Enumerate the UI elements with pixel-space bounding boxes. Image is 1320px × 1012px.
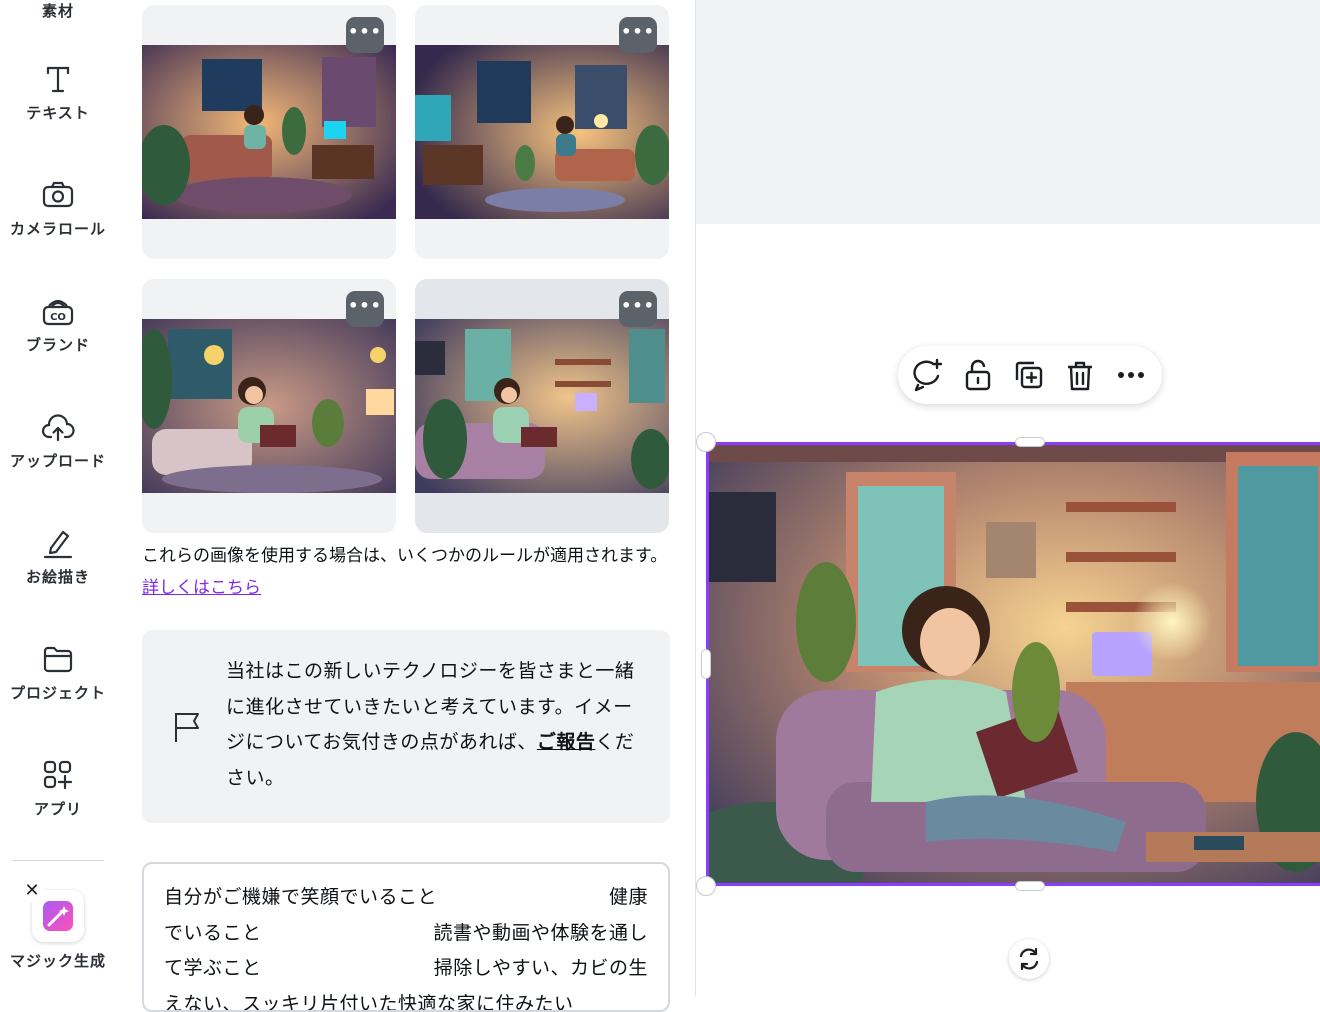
sidebar-item-text[interactable]: テキスト (0, 62, 116, 123)
lock-icon[interactable] (961, 358, 995, 392)
resize-handle-left[interactable] (701, 649, 711, 679)
folder-icon (41, 642, 75, 676)
sidebar-item-label: カメラロール (0, 218, 116, 239)
brand-icon: CO (41, 294, 75, 328)
sidebar-item-elements[interactable]: 素材 (0, 0, 116, 21)
sidebar-item-label: アップロード (0, 450, 116, 471)
sidebar-item-apps[interactable]: アプリ (0, 758, 116, 819)
resize-handle-top[interactable] (1015, 437, 1045, 447)
resize-handle-bottom-left[interactable] (696, 876, 716, 896)
sidebar-item-magic-label[interactable]: マジック生成 (0, 950, 116, 971)
sidebar-item-draw[interactable]: お絵描き (0, 526, 116, 587)
prompt-line: でいること (164, 916, 262, 952)
sidebar-item-projects[interactable]: プロジェクト (0, 642, 116, 703)
more-options-button[interactable]: ••• (619, 291, 657, 327)
usage-rules-text: これらの画像を使用する場合は、いくつかのルールが適用されます。 (142, 546, 667, 566)
prompt-textarea[interactable]: 自分がご機嫌で笑顔でいること 健康 でいること 読書や動画や体験を通し て学ぶこと 掃… (142, 862, 670, 1012)
prompt-line: 自分がご機嫌で笑顔でいること (164, 880, 437, 916)
draw-pen-icon (41, 526, 75, 560)
resize-handle-top-left[interactable] (696, 432, 716, 452)
svg-text:CO: CO (50, 312, 66, 323)
flag-icon (172, 710, 202, 744)
sidebar-item-label: テキスト (0, 102, 116, 123)
add-comment-icon[interactable] (910, 358, 944, 392)
prompt-text: 自分がご機嫌で笑顔でいること 健康 でいること 読書や動画や体験を通し て学ぶこと 掃… (164, 880, 648, 1012)
duplicate-icon[interactable] (1012, 358, 1046, 392)
prompt-line: 健康 (609, 880, 648, 916)
prompt-line: えない、スッキリ片付いた快適な家に住みたい (164, 987, 648, 1012)
apps-grid-icon (41, 758, 75, 792)
close-icon[interactable]: ✕ (20, 879, 44, 903)
side-rail: 素材 テキスト カメラロール CO ブランド アップロード (0, 0, 116, 996)
result-image-card-selected[interactable]: ••• (415, 279, 669, 533)
prompt-line: て学ぶこと (164, 951, 262, 987)
resize-handle-bottom[interactable] (1015, 881, 1045, 891)
sidebar-item-label: ブランド (0, 334, 116, 355)
text-icon (41, 62, 75, 96)
prompt-line: 読書や動画や体験を通し (433, 916, 648, 952)
more-options-button[interactable]: ••• (619, 17, 657, 53)
sidebar-item-label: お絵描き (0, 566, 116, 587)
editor-canvas[interactable] (696, 0, 1320, 996)
generated-image (415, 319, 669, 493)
feedback-notice: 当社はこの新しいテクノロジーを皆さまと一緒に進化させていきたいと考えています。イ… (142, 630, 670, 823)
sidebar-item-camera-roll[interactable]: カメラロール (0, 178, 116, 239)
usage-rules-notice: これらの画像を使用する場合は、いくつかのルールが適用されます。詳しくはこちら (142, 540, 670, 604)
camera-icon (41, 178, 75, 212)
rail-divider (12, 860, 104, 861)
rotate-button[interactable] (1009, 939, 1049, 979)
rotate-icon (1009, 939, 1049, 979)
sidebar-item-label: アプリ (0, 798, 116, 819)
sidebar-item-label: 素材 (0, 0, 116, 21)
page-background (696, 0, 1320, 224)
prompt-line: 掃除しやすい、カビの生 (434, 951, 648, 987)
trash-icon[interactable] (1063, 358, 1097, 392)
upload-cloud-icon (41, 410, 75, 444)
sidebar-item-uploads[interactable]: アップロード (0, 410, 116, 471)
element-toolbar (898, 346, 1162, 404)
learn-more-link[interactable]: 詳しくはこちら (142, 578, 261, 598)
report-link[interactable]: ご報告 (537, 731, 596, 753)
feedback-text: 当社はこの新しいテクノロジーを皆さまと一緒に進化させていきたいと考えています。イ… (226, 654, 636, 796)
selection-frame (706, 442, 1320, 886)
generated-image (415, 45, 669, 219)
result-image-card[interactable]: ••• (142, 279, 396, 533)
result-image-card[interactable]: ••• (415, 5, 669, 259)
generated-image (142, 45, 396, 219)
generated-image (142, 319, 396, 493)
sidebar-item-brand[interactable]: CO ブランド (0, 294, 116, 355)
magic-media-icon (43, 901, 73, 931)
more-options-icon[interactable] (1114, 358, 1148, 392)
more-options-button[interactable]: ••• (346, 17, 384, 53)
result-image-card[interactable]: ••• (142, 5, 396, 259)
sidebar-item-label: マジック生成 (0, 950, 116, 971)
sidebar-item-label: プロジェクト (0, 682, 116, 703)
more-options-button[interactable]: ••• (346, 291, 384, 327)
